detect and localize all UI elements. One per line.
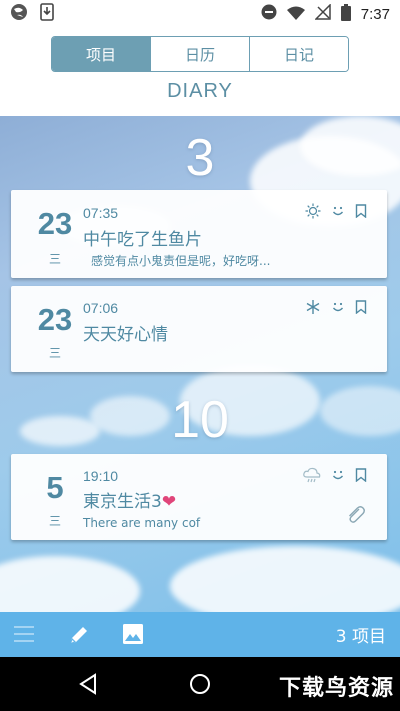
- tab-calendar[interactable]: 日历: [151, 37, 250, 71]
- edit-icon[interactable]: [68, 624, 90, 650]
- bookmark-icon[interactable]: [355, 300, 367, 314]
- sun-icon: [305, 203, 321, 219]
- smile-icon: [331, 204, 345, 218]
- page-title: DIARY: [167, 80, 233, 102]
- heart-emoji: ❤: [161, 492, 177, 512]
- smile-icon: [331, 300, 345, 314]
- bookmark-icon[interactable]: [355, 204, 367, 218]
- view-tabs: 项目 日历 日记: [51, 36, 349, 72]
- entry-weekday: 三: [48, 346, 61, 360]
- tab-projects[interactable]: 项目: [52, 37, 151, 71]
- status-bar: 7:37: [0, 0, 400, 28]
- entry-count: 3 项目: [335, 627, 386, 647]
- entry-preview: There are many cof: [83, 516, 201, 530]
- globe-icon: [10, 3, 28, 25]
- diary-entry-card[interactable]: 23 三 07:35 中午吃了生鱼片 感觉有点小鬼责但是呢，好吃呀...: [11, 190, 387, 278]
- download-icon: [40, 3, 54, 25]
- bottom-toolbar: 3 项目: [0, 612, 400, 657]
- wifi-icon: [286, 5, 305, 24]
- entry-time: 07:35: [83, 205, 119, 221]
- back-icon[interactable]: [78, 673, 98, 699]
- snowflake-icon: [305, 299, 321, 315]
- entry-title-text: 東京生活3: [83, 492, 162, 512]
- month-header: 10: [171, 391, 229, 449]
- entry-title: 中午吃了生鱼片: [83, 230, 202, 250]
- battery-icon: [340, 3, 351, 25]
- menu-icon[interactable]: [13, 624, 35, 648]
- smile-icon: [331, 468, 345, 482]
- status-time: 7:37: [360, 5, 390, 23]
- paperclip-icon: [345, 504, 367, 530]
- cloud-rain-icon: [303, 467, 321, 483]
- header: 项目 日历 日记 DIARY: [0, 28, 400, 116]
- diary-entry-card[interactable]: 5 三 19:10 東京生活3❤ There are many cof: [11, 454, 387, 540]
- entry-time: 19:10: [83, 468, 119, 484]
- entry-title: 東京生活3❤: [83, 487, 176, 512]
- image-icon[interactable]: [123, 624, 143, 648]
- bookmark-icon[interactable]: [355, 468, 367, 482]
- month-header: 3: [185, 129, 215, 187]
- watermark: 下载鸟资源: [278, 676, 394, 701]
- system-nav-bar: 下载鸟资源: [0, 657, 400, 711]
- entry-list[interactable]: 3 23 三 07:35 中午吃了生鱼片 感觉有点小鬼责但是呢，好吃呀... 2…: [0, 116, 400, 612]
- do-not-disturb-icon: [261, 4, 277, 24]
- entry-weekday: 三: [48, 252, 61, 266]
- home-icon[interactable]: [189, 673, 211, 699]
- tab-diary[interactable]: 日记: [250, 37, 348, 71]
- entry-time: 07:06: [83, 300, 119, 316]
- entry-title: 天天好心情: [83, 325, 168, 345]
- entry-preview: 感觉有点小鬼责但是呢，好吃呀...: [91, 254, 271, 268]
- diary-entry-card[interactable]: 23 三 07:06 天天好心情: [11, 286, 387, 372]
- no-signal-icon: [313, 3, 331, 24]
